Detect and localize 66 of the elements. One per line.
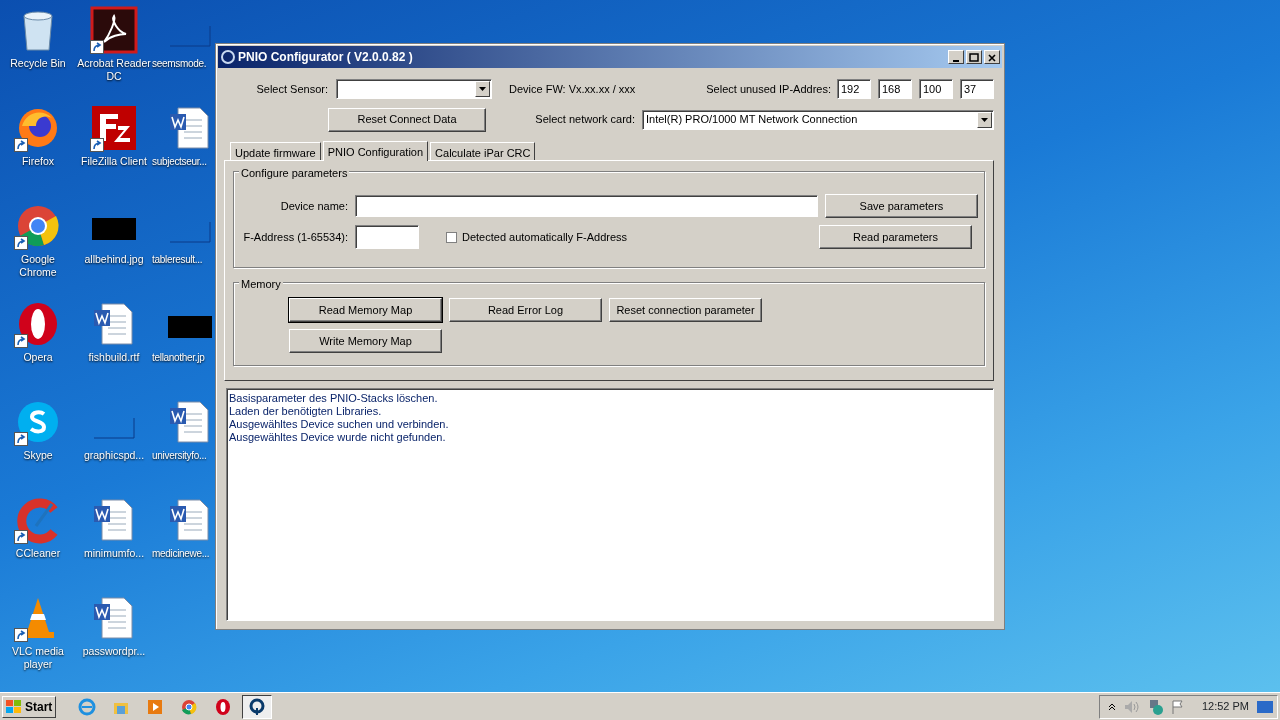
desktop-icon-label[interactable]: CCleaner — [15, 547, 61, 560]
ip-octet-field[interactable]: 192 — [837, 79, 871, 99]
start-button[interactable]: Start — [2, 695, 56, 718]
desktop-icon-label[interactable]: tableresult... — [152, 253, 203, 266]
log-line: Ausgewähltes Device wurde nicht gefunden. — [229, 431, 447, 444]
log-line: Basisparameter des PNIO-Stacks löschen. — [229, 392, 439, 405]
taskbar-button[interactable] — [242, 694, 272, 719]
ip-octet-field[interactable]: 37 — [960, 79, 994, 99]
desktop-icon-label[interactable]: Opera — [23, 351, 53, 364]
filezilla-icon[interactable] — [90, 104, 138, 152]
chrome-icon[interactable] — [180, 697, 198, 716]
desktop-icon-label[interactable]: Firefox — [21, 155, 55, 168]
play-icon[interactable] — [146, 697, 164, 716]
sensor-dropdown[interactable] — [336, 79, 492, 99]
network-card-dropdown[interactable]: Intel(R) PRO/1000 MT Network Connection — [642, 109, 994, 130]
log-line: Laden der benötigten Libraries. — [229, 405, 383, 418]
desktop-icon-label[interactable]: Recycle Bin — [10, 57, 66, 70]
desktop-icon-label[interactable]: allbehind.jpg — [84, 253, 144, 266]
chevron-up-icon[interactable] — [1107, 702, 1116, 711]
device-firmware-text: Device FW: Vx.xx.xx / xxx — [509, 81, 636, 97]
checkbox-label[interactable]: Detected automatically F-Address — [462, 228, 628, 246]
field-label: F-Address (1-65534): — [242, 229, 348, 245]
network-icon[interactable] — [1147, 698, 1164, 715]
field-label: Device name: — [279, 198, 348, 214]
clock-text[interactable]: 12:52 PM — [1201, 698, 1249, 715]
desktop-icon-label[interactable]: minimumfo... — [83, 547, 145, 560]
window-title: PNIO Configurator ( V2.0.0.82 ) — [238, 49, 414, 66]
field-label: Select Sensor: — [255, 81, 328, 97]
desktop-icon-label[interactable]: medicinewe... — [152, 547, 210, 560]
reset-connect-button[interactable]: Reset Connect Data — [328, 107, 486, 132]
flag-icon[interactable] — [1171, 699, 1184, 714]
device-name-field[interactable] — [355, 195, 818, 217]
dropdown-arrow-icon[interactable] — [981, 117, 988, 122]
show-desktop-icon[interactable] — [1257, 699, 1273, 714]
memory-button[interactable]: Read Memory Map — [289, 298, 442, 322]
desktop-icon-label[interactable]: fishbuild.rtf — [88, 351, 140, 364]
app-ring-icon — [220, 49, 236, 65]
desktop-icon-label[interactable]: graphicspd... — [83, 449, 145, 462]
ip-octet-field[interactable]: 168 — [878, 79, 912, 99]
desktop-icon-label[interactable]: FileZilla Client — [81, 155, 147, 168]
field-label: Select network card: — [535, 112, 635, 128]
tab[interactable]: Calculate iPar CRC — [430, 142, 536, 160]
dropdown-arrow-icon[interactable] — [479, 87, 486, 91]
f-address-field[interactable] — [355, 225, 419, 249]
desktop-icon-label[interactable]: VLC media player — [1, 645, 75, 671]
checkbox[interactable] — [446, 231, 457, 243]
log-line: Ausgewähltes Device suchen und verbinden. — [229, 418, 450, 431]
desktop-icon-label[interactable]: universityfo... — [152, 449, 207, 462]
memory-button[interactable]: Reset connection parameter — [609, 298, 762, 322]
field-label: Select unused IP-Addres: — [706, 81, 831, 97]
read-parameters-button[interactable]: Read parameters — [819, 225, 972, 249]
desktop-icon-label[interactable]: Skype — [23, 449, 53, 462]
ip-octet-field[interactable]: 100 — [919, 79, 953, 99]
save-parameters-button[interactable]: Save parameters — [825, 194, 978, 218]
ring-icon[interactable] — [248, 697, 266, 716]
desktop-icon-label[interactable]: Acrobat Reader DC — [77, 57, 151, 83]
tab[interactable]: PNIO Configuration — [322, 141, 429, 161]
desktop-icon-label[interactable]: tellanother.jp — [152, 351, 205, 364]
desktop-icon-label[interactable]: Google Chrome — [1, 253, 75, 279]
acrobat-icon[interactable] — [90, 6, 138, 54]
memory-button[interactable]: Read Error Log — [449, 298, 602, 322]
desktop-icon-label[interactable]: seemsmode. — [152, 57, 207, 70]
desktop-icon-label[interactable]: subjectseur... — [152, 155, 207, 168]
memory-button[interactable]: Write Memory Map — [289, 329, 442, 353]
opera-icon[interactable] — [214, 697, 232, 716]
tab[interactable]: Update firmware — [230, 142, 321, 160]
